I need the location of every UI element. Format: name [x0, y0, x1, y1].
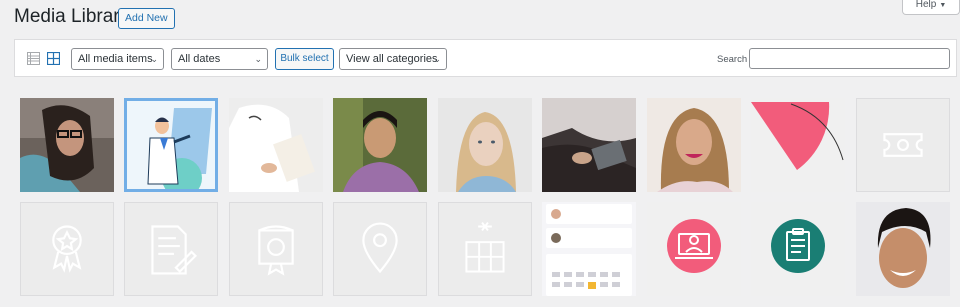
category-select[interactable]: View all categories ⌄	[339, 48, 447, 70]
award-badge-icon	[52, 225, 82, 273]
list-view-icon[interactable]	[27, 52, 40, 65]
triangle-down-icon: ▼	[939, 2, 947, 9]
media-item[interactable]	[647, 202, 741, 296]
blonde-woman-photo	[438, 98, 532, 192]
media-item[interactable]	[438, 202, 532, 296]
help-tab[interactable]: Help ▼	[902, 0, 960, 15]
doctor-illustration	[124, 98, 218, 192]
media-item-selected[interactable]	[124, 98, 218, 192]
category-value: View all categories	[346, 53, 438, 65]
smiling-man-photo	[856, 202, 950, 296]
clipboard-icon	[771, 219, 825, 273]
help-label: Help	[915, 0, 937, 10]
media-item[interactable]	[438, 98, 532, 192]
document-pen-icon	[151, 225, 197, 275]
search-input[interactable]	[749, 48, 950, 69]
person-tablet-photo	[542, 98, 636, 192]
media-item[interactable]	[647, 98, 741, 192]
media-item[interactable]	[124, 202, 218, 296]
media-item[interactable]	[229, 202, 323, 296]
media-toolbar: All media items ⌄ All dates ⌄ Bulk select …	[14, 39, 957, 77]
media-item[interactable]	[333, 98, 427, 192]
media-item[interactable]	[20, 98, 114, 192]
media-item[interactable]	[542, 202, 636, 296]
date-select[interactable]: All dates ⌄	[171, 48, 268, 70]
media-item[interactable]	[333, 202, 427, 296]
chevron-down-icon: ⌄	[433, 54, 441, 64]
map-pin-icon	[362, 222, 398, 274]
chevron-down-icon: ⌄	[254, 54, 262, 64]
media-item[interactable]	[856, 202, 950, 296]
media-type-select[interactable]: All media items ⌄	[71, 48, 164, 70]
pink-quarter-circle-graphic	[751, 98, 845, 192]
telemedicine-icon	[667, 219, 721, 273]
doctor-clipboard-photo	[229, 98, 323, 192]
media-item[interactable]	[856, 98, 950, 192]
search-label: Search	[717, 54, 748, 65]
media-item[interactable]	[751, 98, 845, 192]
page-title: Media Library	[14, 6, 130, 27]
media-item[interactable]	[20, 202, 114, 296]
media-item[interactable]	[751, 202, 845, 296]
doctor-app-screenshot	[542, 202, 636, 296]
bulk-select-button[interactable]: Bulk select	[275, 48, 334, 70]
date-value: All dates	[178, 53, 221, 65]
smiling-woman-photo	[647, 98, 741, 192]
man-purple-shirt-photo	[333, 98, 427, 192]
media-item[interactable]	[229, 98, 323, 192]
ticket-icon	[883, 133, 923, 157]
pharmacy-shelf-icon	[465, 221, 505, 273]
woman-with-glasses-photo	[20, 98, 114, 192]
add-new-button[interactable]: Add New	[118, 8, 175, 29]
grid-view-icon[interactable]	[46, 51, 61, 66]
media-item[interactable]	[542, 98, 636, 192]
certificate-icon	[258, 225, 294, 276]
media-type-value: All media items	[78, 53, 153, 65]
chevron-down-icon: ⌄	[150, 54, 158, 64]
